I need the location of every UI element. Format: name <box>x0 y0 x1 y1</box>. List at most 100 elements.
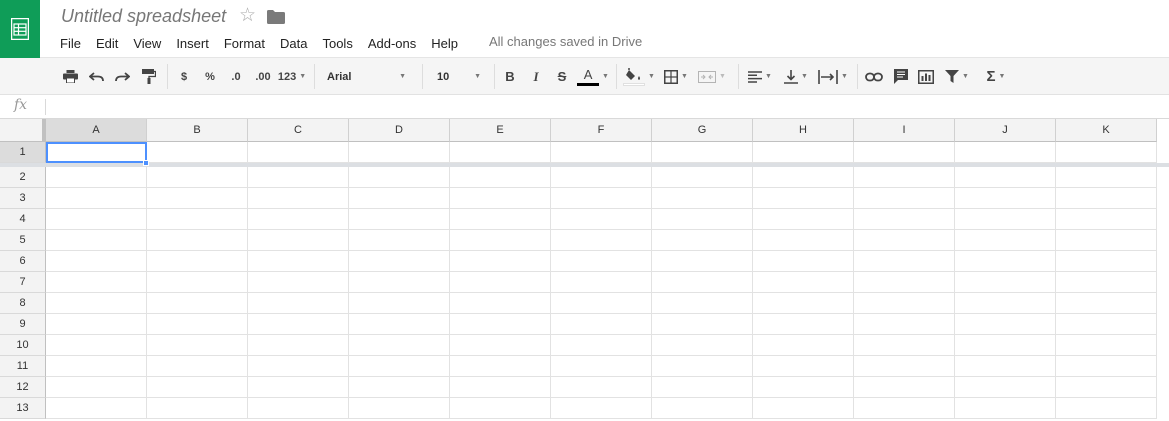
cell-h2[interactable] <box>753 167 854 188</box>
menu-format[interactable]: Format <box>224 36 265 51</box>
cell-f2[interactable] <box>551 167 652 188</box>
cell-j10[interactable] <box>955 335 1056 356</box>
cell-k4[interactable] <box>1056 209 1157 230</box>
column-header-c[interactable]: C <box>248 119 349 142</box>
cell-h12[interactable] <box>753 377 854 398</box>
cell-g5[interactable] <box>652 230 753 251</box>
cell-a3[interactable] <box>46 188 147 209</box>
cell-b5[interactable] <box>147 230 248 251</box>
cell-d12[interactable] <box>349 377 450 398</box>
row-header-9[interactable]: 9 <box>0 314 46 335</box>
cell-d6[interactable] <box>349 251 450 272</box>
cell-a1[interactable] <box>46 142 147 163</box>
cell-e5[interactable] <box>450 230 551 251</box>
cell-e4[interactable] <box>450 209 551 230</box>
cell-g3[interactable] <box>652 188 753 209</box>
cell-k11[interactable] <box>1056 356 1157 377</box>
cell-i1[interactable] <box>854 142 955 163</box>
text-color-button[interactable]: A ▼ <box>576 58 610 95</box>
menu-edit[interactable]: Edit <box>96 36 118 51</box>
cell-a11[interactable] <box>46 356 147 377</box>
cell-i5[interactable] <box>854 230 955 251</box>
italic-button[interactable]: I <box>526 58 546 95</box>
cell-g6[interactable] <box>652 251 753 272</box>
cell-c7[interactable] <box>248 272 349 293</box>
cell-h6[interactable] <box>753 251 854 272</box>
decrease-decimals-button[interactable]: .0 <box>225 58 247 95</box>
cell-g11[interactable] <box>652 356 753 377</box>
cell-j3[interactable] <box>955 188 1056 209</box>
functions-button[interactable]: Σ ▼ <box>981 58 1011 95</box>
select-all-corner[interactable] <box>0 119 46 142</box>
cell-k8[interactable] <box>1056 293 1157 314</box>
borders-button[interactable]: ▼ <box>660 58 692 95</box>
cell-a2[interactable] <box>46 167 147 188</box>
cell-g1[interactable] <box>652 142 753 163</box>
cell-b1[interactable] <box>147 142 248 163</box>
star-icon[interactable]: ☆ <box>239 4 256 28</box>
cell-b13[interactable] <box>147 398 248 419</box>
cell-i13[interactable] <box>854 398 955 419</box>
cell-k10[interactable] <box>1056 335 1157 356</box>
column-header-j[interactable]: J <box>955 119 1056 142</box>
cell-k12[interactable] <box>1056 377 1157 398</box>
cell-a13[interactable] <box>46 398 147 419</box>
cell-g9[interactable] <box>652 314 753 335</box>
cell-k1[interactable] <box>1056 142 1157 163</box>
cell-c9[interactable] <box>248 314 349 335</box>
undo-icon[interactable] <box>86 58 106 95</box>
insert-comment-button[interactable] <box>890 58 912 95</box>
column-header-g[interactable]: G <box>652 119 753 142</box>
cell-h3[interactable] <box>753 188 854 209</box>
cell-a10[interactable] <box>46 335 147 356</box>
percent-format-button[interactable]: % <box>201 58 219 95</box>
cell-h13[interactable] <box>753 398 854 419</box>
font-size-select[interactable]: 10 ▼ <box>431 65 487 88</box>
cell-c3[interactable] <box>248 188 349 209</box>
cell-d1[interactable] <box>349 142 450 163</box>
cell-b12[interactable] <box>147 377 248 398</box>
cell-k9[interactable] <box>1056 314 1157 335</box>
cell-j4[interactable] <box>955 209 1056 230</box>
menu-data[interactable]: Data <box>280 36 307 51</box>
cell-c8[interactable] <box>248 293 349 314</box>
row-header-12[interactable]: 12 <box>0 377 46 398</box>
cell-f10[interactable] <box>551 335 652 356</box>
cell-k13[interactable] <box>1056 398 1157 419</box>
cell-i10[interactable] <box>854 335 955 356</box>
vertical-align-button[interactable]: ▼ <box>780 58 812 95</box>
row-header-4[interactable]: 4 <box>0 209 46 230</box>
more-formats-dropdown[interactable]: 123 ▼ <box>276 58 308 95</box>
menu-file[interactable]: File <box>60 36 81 51</box>
cell-a9[interactable] <box>46 314 147 335</box>
column-header-f[interactable]: F <box>551 119 652 142</box>
cell-e12[interactable] <box>450 377 551 398</box>
cell-j1[interactable] <box>955 142 1056 163</box>
cell-k6[interactable] <box>1056 251 1157 272</box>
cell-i3[interactable] <box>854 188 955 209</box>
fill-handle[interactable] <box>143 160 149 166</box>
cell-f1[interactable] <box>551 142 652 163</box>
cell-f5[interactable] <box>551 230 652 251</box>
cell-c10[interactable] <box>248 335 349 356</box>
cell-i8[interactable] <box>854 293 955 314</box>
column-header-h[interactable]: H <box>753 119 854 142</box>
cell-b7[interactable] <box>147 272 248 293</box>
document-title[interactable]: Untitled spreadsheet <box>61 6 226 27</box>
cell-i12[interactable] <box>854 377 955 398</box>
cell-e9[interactable] <box>450 314 551 335</box>
bold-button[interactable]: B <box>500 58 520 95</box>
save-status[interactable]: All changes saved in Drive <box>489 34 642 49</box>
cell-i6[interactable] <box>854 251 955 272</box>
cell-b2[interactable] <box>147 167 248 188</box>
cell-f11[interactable] <box>551 356 652 377</box>
insert-link-button[interactable] <box>863 58 885 95</box>
cell-b10[interactable] <box>147 335 248 356</box>
cell-c11[interactable] <box>248 356 349 377</box>
fill-color-button[interactable]: ▼ <box>622 58 656 95</box>
row-header-5[interactable]: 5 <box>0 230 46 251</box>
cell-k3[interactable] <box>1056 188 1157 209</box>
cell-g4[interactable] <box>652 209 753 230</box>
cell-f3[interactable] <box>551 188 652 209</box>
cell-b3[interactable] <box>147 188 248 209</box>
